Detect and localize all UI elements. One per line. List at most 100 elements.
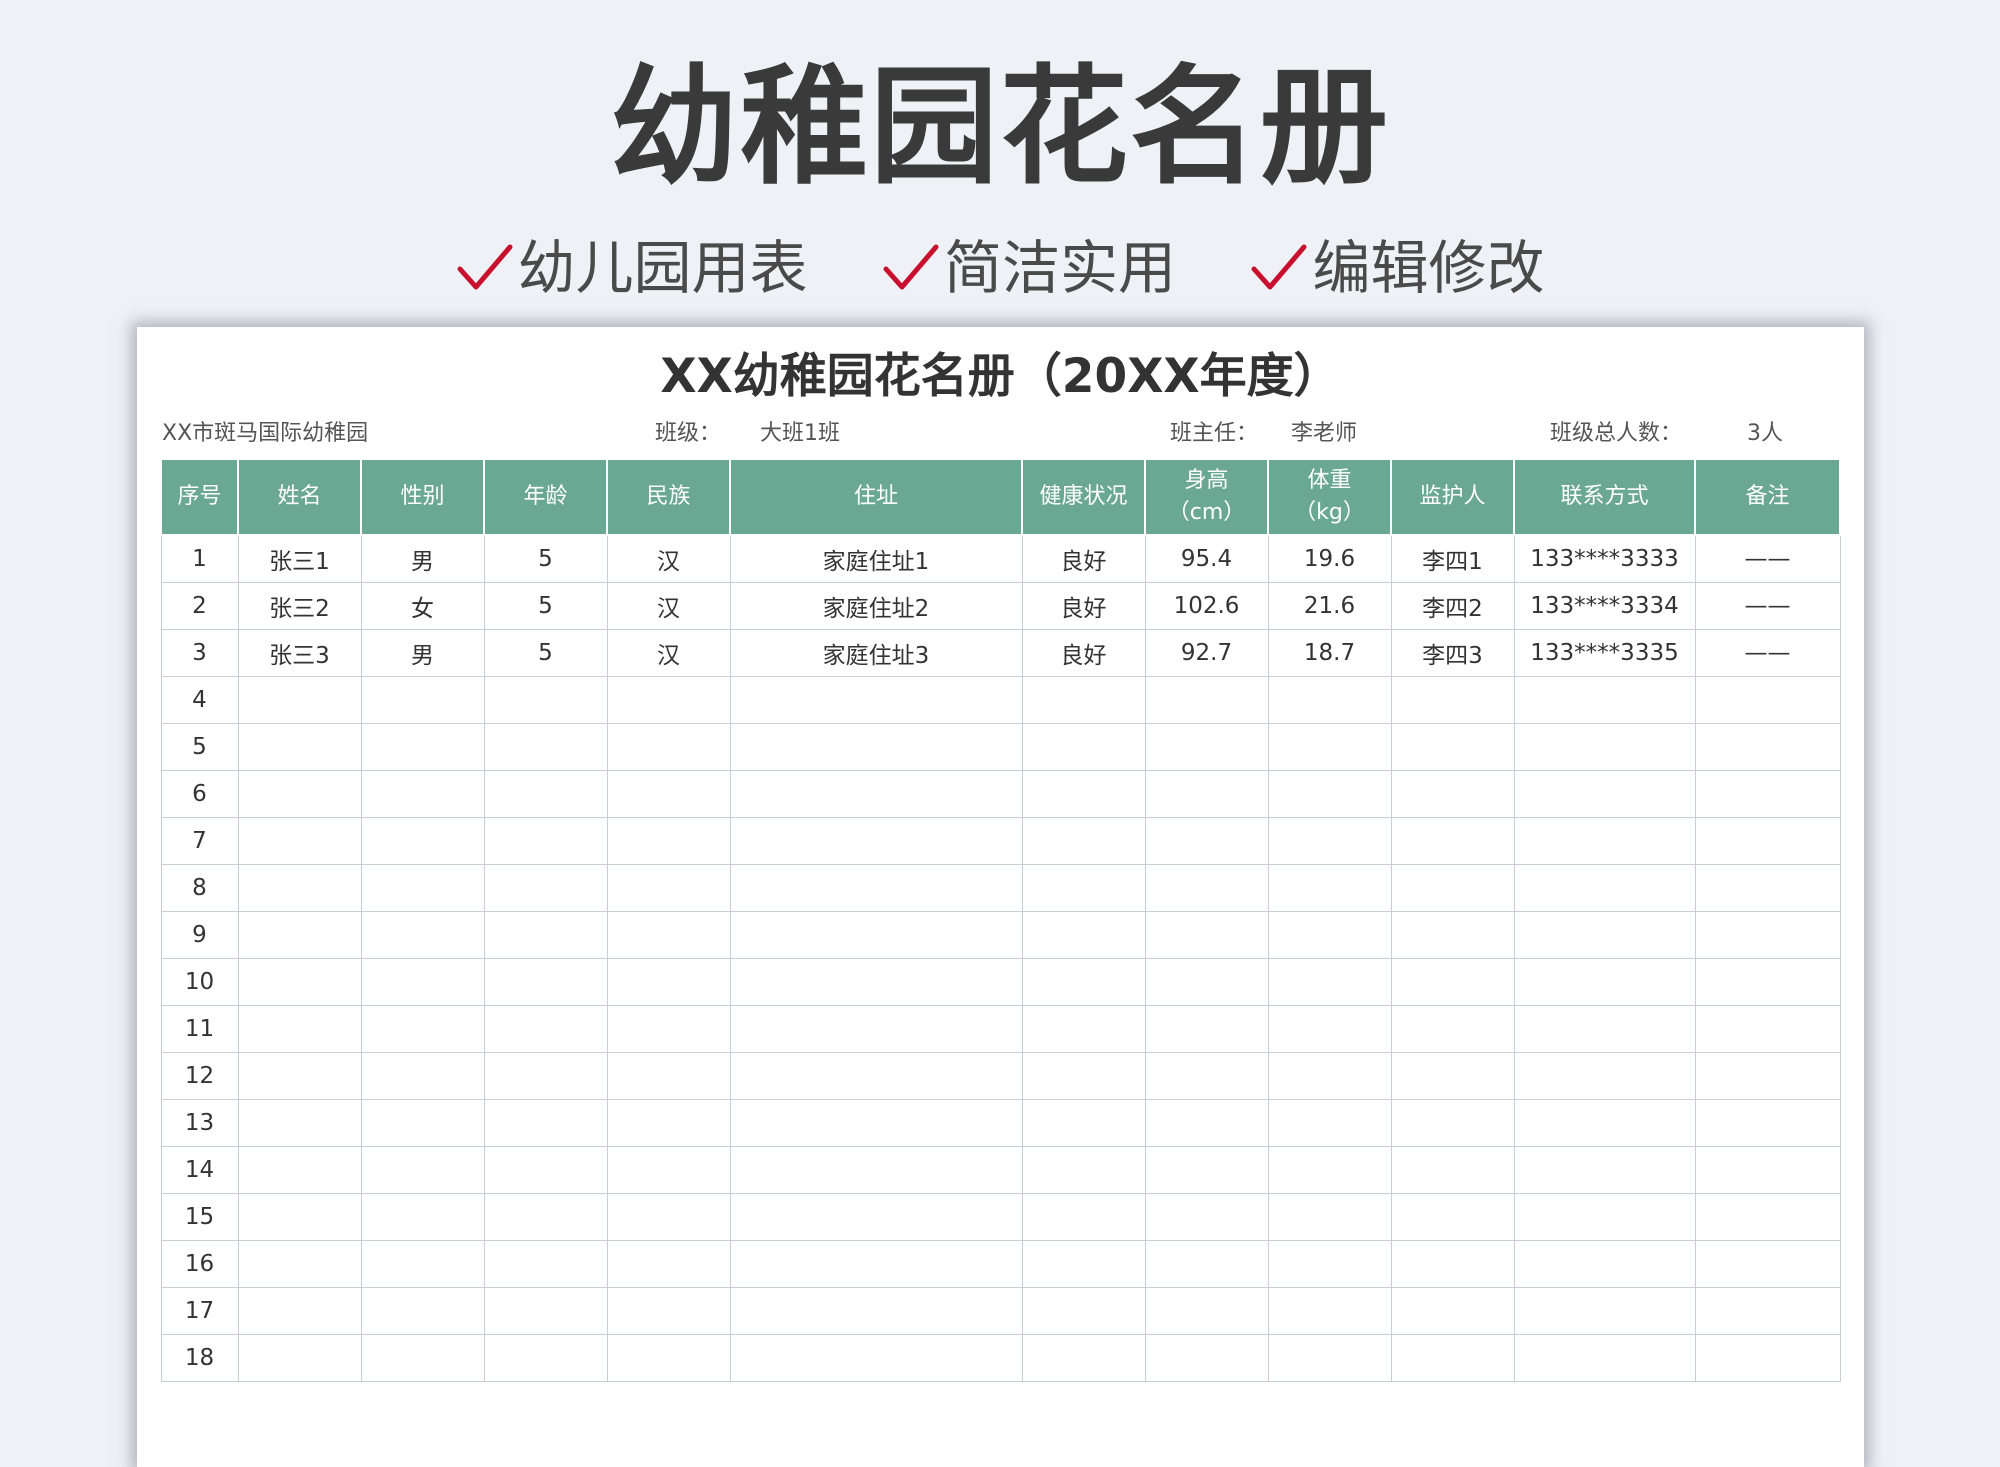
cell-weight[interactable] bbox=[1267, 1052, 1392, 1100]
cell-index[interactable]: 8 bbox=[160, 864, 239, 912]
cell-address[interactable]: 家庭住址2 bbox=[729, 582, 1023, 630]
cell-address[interactable] bbox=[729, 911, 1023, 959]
cell-guardian[interactable] bbox=[1390, 1052, 1515, 1100]
cell-ethnicity[interactable] bbox=[606, 911, 731, 959]
cell-gender[interactable] bbox=[360, 1334, 485, 1382]
cell-contact[interactable] bbox=[1513, 1005, 1696, 1053]
cell-height[interactable] bbox=[1144, 911, 1269, 959]
cell-notes[interactable] bbox=[1694, 1146, 1841, 1194]
cell-height[interactable] bbox=[1144, 1099, 1269, 1147]
cell-ethnicity[interactable] bbox=[606, 770, 731, 818]
cell-address[interactable] bbox=[729, 1146, 1023, 1194]
cell-health[interactable] bbox=[1021, 1099, 1146, 1147]
cell-guardian[interactable] bbox=[1390, 1193, 1515, 1241]
cell-health[interactable]: 良好 bbox=[1021, 582, 1146, 630]
cell-notes[interactable] bbox=[1694, 911, 1841, 959]
cell-contact[interactable] bbox=[1513, 1193, 1696, 1241]
cell-guardian[interactable] bbox=[1390, 958, 1515, 1006]
cell-health[interactable] bbox=[1021, 1146, 1146, 1194]
cell-height[interactable] bbox=[1144, 1334, 1269, 1382]
cell-height[interactable] bbox=[1144, 958, 1269, 1006]
cell-weight[interactable] bbox=[1267, 770, 1392, 818]
cell-notes[interactable] bbox=[1694, 817, 1841, 865]
cell-notes[interactable]: —— bbox=[1694, 534, 1841, 583]
cell-gender[interactable] bbox=[360, 770, 485, 818]
cell-ethnicity[interactable] bbox=[606, 1193, 731, 1241]
cell-ethnicity[interactable]: 汉 bbox=[606, 534, 731, 583]
cell-guardian[interactable] bbox=[1390, 911, 1515, 959]
cell-age[interactable] bbox=[483, 1334, 608, 1382]
cell-gender[interactable]: 男 bbox=[360, 629, 485, 677]
cell-address[interactable] bbox=[729, 1052, 1023, 1100]
cell-weight[interactable]: 21.6 bbox=[1267, 582, 1392, 630]
cell-weight[interactable]: 18.7 bbox=[1267, 629, 1392, 677]
cell-contact[interactable] bbox=[1513, 1334, 1696, 1382]
cell-height[interactable] bbox=[1144, 1287, 1269, 1335]
cell-guardian[interactable]: 李四2 bbox=[1390, 582, 1515, 630]
cell-name[interactable]: 张三1 bbox=[237, 534, 362, 583]
cell-index[interactable]: 6 bbox=[160, 770, 239, 818]
cell-contact[interactable] bbox=[1513, 676, 1696, 724]
cell-contact[interactable] bbox=[1513, 1146, 1696, 1194]
cell-ethnicity[interactable] bbox=[606, 1099, 731, 1147]
cell-height[interactable]: 92.7 bbox=[1144, 629, 1269, 677]
cell-contact[interactable] bbox=[1513, 817, 1696, 865]
cell-ethnicity[interactable] bbox=[606, 958, 731, 1006]
cell-health[interactable] bbox=[1021, 817, 1146, 865]
cell-guardian[interactable] bbox=[1390, 864, 1515, 912]
cell-ethnicity[interactable]: 汉 bbox=[606, 629, 731, 677]
cell-address[interactable] bbox=[729, 817, 1023, 865]
cell-address[interactable]: 家庭住址3 bbox=[729, 629, 1023, 677]
cell-index[interactable]: 3 bbox=[160, 629, 239, 677]
cell-weight[interactable] bbox=[1267, 1193, 1392, 1241]
cell-height[interactable] bbox=[1144, 676, 1269, 724]
cell-name[interactable] bbox=[237, 1052, 362, 1100]
cell-ethnicity[interactable] bbox=[606, 1146, 731, 1194]
cell-health[interactable] bbox=[1021, 676, 1146, 724]
cell-gender[interactable] bbox=[360, 864, 485, 912]
cell-age[interactable] bbox=[483, 1287, 608, 1335]
cell-notes[interactable] bbox=[1694, 1240, 1841, 1288]
cell-weight[interactable] bbox=[1267, 1334, 1392, 1382]
cell-gender[interactable] bbox=[360, 723, 485, 771]
cell-guardian[interactable] bbox=[1390, 723, 1515, 771]
cell-ethnicity[interactable] bbox=[606, 817, 731, 865]
cell-ethnicity[interactable] bbox=[606, 864, 731, 912]
cell-age[interactable] bbox=[483, 1146, 608, 1194]
cell-guardian[interactable] bbox=[1390, 1334, 1515, 1382]
cell-notes[interactable] bbox=[1694, 1052, 1841, 1100]
cell-guardian[interactable] bbox=[1390, 1005, 1515, 1053]
cell-address[interactable] bbox=[729, 864, 1023, 912]
cell-index[interactable]: 7 bbox=[160, 817, 239, 865]
cell-name[interactable] bbox=[237, 1334, 362, 1382]
cell-index[interactable]: 18 bbox=[160, 1334, 239, 1382]
cell-contact[interactable]: 133****3335 bbox=[1513, 629, 1696, 677]
cell-health[interactable] bbox=[1021, 1052, 1146, 1100]
cell-weight[interactable] bbox=[1267, 1240, 1392, 1288]
cell-weight[interactable] bbox=[1267, 676, 1392, 724]
cell-height[interactable] bbox=[1144, 723, 1269, 771]
cell-name[interactable] bbox=[237, 770, 362, 818]
cell-notes[interactable] bbox=[1694, 723, 1841, 771]
cell-notes[interactable] bbox=[1694, 1005, 1841, 1053]
cell-index[interactable]: 14 bbox=[160, 1146, 239, 1194]
cell-guardian[interactable] bbox=[1390, 1146, 1515, 1194]
cell-weight[interactable] bbox=[1267, 1099, 1392, 1147]
cell-contact[interactable] bbox=[1513, 723, 1696, 771]
cell-notes[interactable] bbox=[1694, 1287, 1841, 1335]
cell-notes[interactable] bbox=[1694, 1099, 1841, 1147]
cell-index[interactable]: 12 bbox=[160, 1052, 239, 1100]
cell-weight[interactable] bbox=[1267, 1005, 1392, 1053]
cell-age[interactable]: 5 bbox=[483, 582, 608, 630]
cell-guardian[interactable] bbox=[1390, 1099, 1515, 1147]
cell-address[interactable] bbox=[729, 723, 1023, 771]
cell-notes[interactable] bbox=[1694, 958, 1841, 1006]
cell-address[interactable] bbox=[729, 1240, 1023, 1288]
cell-contact[interactable] bbox=[1513, 958, 1696, 1006]
cell-gender[interactable] bbox=[360, 1240, 485, 1288]
cell-guardian[interactable] bbox=[1390, 1287, 1515, 1335]
cell-address[interactable] bbox=[729, 1334, 1023, 1382]
cell-age[interactable] bbox=[483, 1193, 608, 1241]
cell-height[interactable] bbox=[1144, 1005, 1269, 1053]
cell-name[interactable] bbox=[237, 1287, 362, 1335]
